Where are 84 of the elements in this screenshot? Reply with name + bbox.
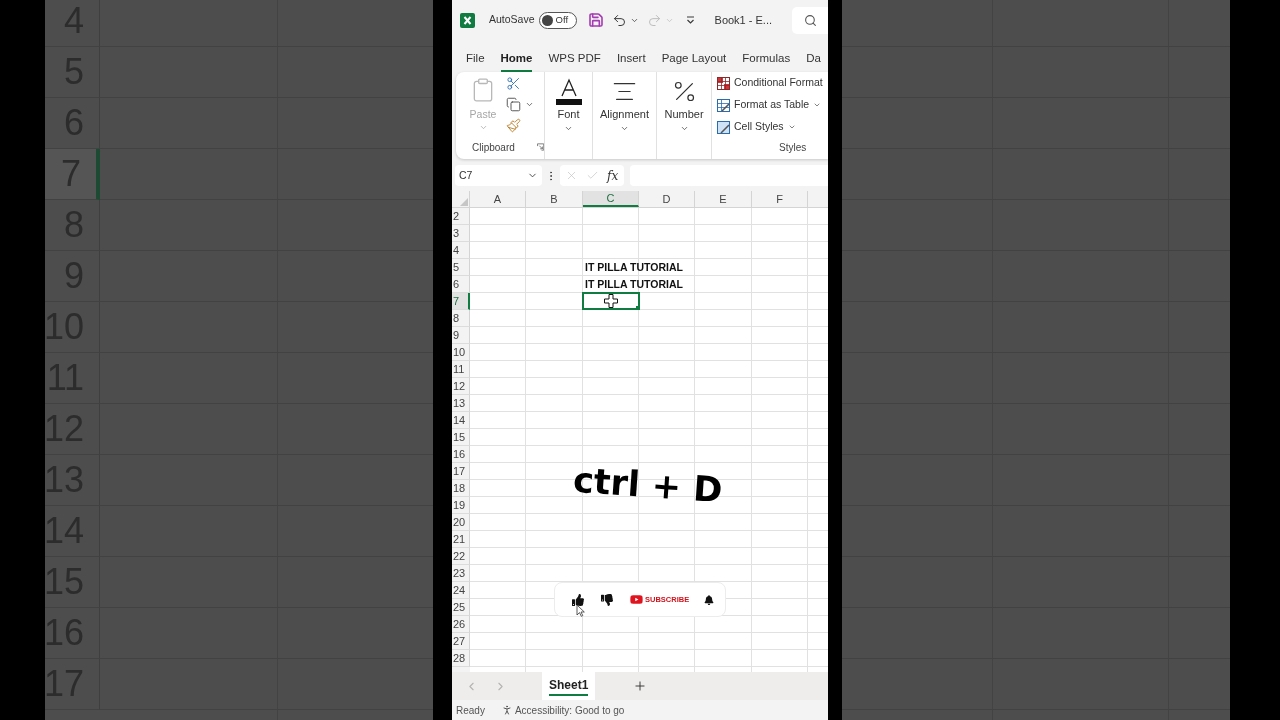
thumbs-down-icon (601, 593, 613, 606)
row-header[interactable]: 5 (452, 259, 470, 276)
bell-icon (704, 594, 715, 605)
cell-text: IT PILLA TUTORIAL (584, 262, 683, 273)
styles-menu-button[interactable]: Format as Table (717, 98, 828, 112)
row-header[interactable]: 2 (452, 208, 470, 225)
caret-icon[interactable] (525, 100, 534, 109)
row-header[interactable]: 17 (452, 463, 470, 480)
cell-styles-icon[interactable] (717, 120, 730, 134)
customize-toolbar-icon[interactable] (685, 16, 695, 24)
excel-logo-icon (460, 12, 475, 28)
row-header[interactable]: 25 (452, 599, 470, 616)
row-header[interactable]: 19 (452, 497, 470, 514)
format-table-icon[interactable] (717, 98, 730, 112)
insert-function-button[interactable]: fx (607, 169, 619, 182)
styles-menu-button[interactable]: Cell Styles (717, 120, 828, 134)
group-label: Clipboard (472, 140, 515, 155)
row-header[interactable]: 16 (452, 446, 470, 463)
column-header[interactable]: F (752, 191, 808, 207)
row-header[interactable]: 12 (452, 378, 470, 395)
row-header[interactable]: 27 (452, 633, 470, 650)
search-icon (804, 13, 817, 27)
row-header[interactable]: 10 (452, 344, 470, 361)
row-header[interactable]: 21 (452, 531, 470, 548)
group-label: Styles (779, 140, 807, 155)
thumbs-up-icon (572, 593, 584, 606)
window-title: Book1 - E... (714, 12, 773, 28)
row-header[interactable]: 26 (452, 616, 470, 633)
row-header[interactable]: 18 (452, 480, 470, 497)
formula-input[interactable] (630, 165, 828, 186)
sheet-tab[interactable]: Sheet1 (542, 672, 596, 700)
caret-icon (620, 124, 629, 133)
ribbon-group-button[interactable]: Alignment (593, 78, 656, 153)
caret-icon (787, 123, 796, 131)
caret-icon (679, 124, 689, 133)
ribbon-group-button[interactable]: Number (657, 78, 711, 153)
conditional-formatting-icon[interactable] (717, 76, 730, 90)
toggle-knob-icon (541, 14, 553, 26)
row-header[interactable]: 9 (452, 327, 470, 344)
row-header[interactable]: 22 (452, 548, 470, 565)
fill-handle-icon[interactable] (636, 306, 640, 310)
autosave-label: AutoSave (489, 12, 535, 28)
row-header[interactable]: 4 (452, 242, 470, 259)
mouse-pointer-icon (576, 604, 585, 617)
save-icon[interactable] (587, 12, 604, 28)
overlay-caption: ctrl + D (571, 462, 724, 509)
search-field[interactable] (792, 6, 828, 34)
redo-arrow-icon (646, 12, 662, 28)
row-header[interactable]: 20 (452, 514, 470, 531)
row-header[interactable]: 28 (452, 650, 470, 667)
name-box[interactable]: C7 (455, 165, 542, 186)
plus-cursor-icon (604, 294, 618, 308)
row-header[interactable]: 23 (452, 565, 470, 582)
scissors-icon[interactable] (506, 76, 521, 91)
copy-icon[interactable] (506, 97, 521, 112)
row-header[interactable]: 13 (452, 395, 470, 412)
row-header[interactable]: 8 (452, 310, 470, 327)
caret-icon (813, 101, 822, 109)
column-header[interactable]: C (583, 191, 639, 207)
row-header[interactable]: 3 (452, 225, 470, 242)
ribbon-group-button[interactable]: Font (545, 78, 592, 153)
row-header[interactable]: 6 (452, 276, 470, 293)
status-text: Ready (456, 703, 485, 718)
play-logo-icon (630, 593, 643, 606)
row-header[interactable]: 11 (452, 361, 470, 378)
row-header[interactable]: 14 (452, 412, 470, 429)
column-header[interactable]: D (639, 191, 695, 207)
format-painter-icon[interactable] (506, 118, 521, 133)
cell-text: IT PILLA TUTORIAL (584, 279, 683, 290)
autosave-toggle[interactable]: Off (538, 11, 577, 29)
row-header[interactable]: 24 (452, 582, 470, 599)
undo-arrow-icon (611, 12, 627, 28)
row-header[interactable]: 15 (452, 429, 470, 446)
undo-button[interactable] (611, 12, 639, 28)
styles-menu-button[interactable]: Conditional Format (717, 76, 828, 90)
column-header[interactable]: E (695, 191, 752, 207)
dialog-launcher-icon[interactable] (536, 143, 544, 151)
caret-icon (564, 124, 573, 133)
accessibility-status[interactable]: Accessibility: Good to go (514, 702, 625, 718)
column-header[interactable]: A (470, 191, 526, 207)
add-sheet-icon[interactable] (633, 679, 648, 693)
row-header[interactable]: 7 (452, 293, 470, 310)
check-icon[interactable] (586, 169, 599, 182)
font-color-icon[interactable] (555, 78, 582, 105)
